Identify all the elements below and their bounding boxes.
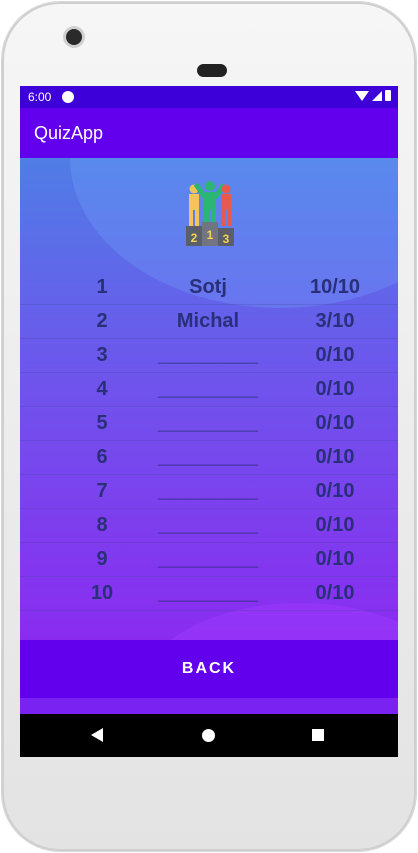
speaker-icon	[197, 64, 227, 77]
podium-place-label: 1	[207, 228, 214, 242]
wifi-icon	[355, 90, 369, 101]
leaderboard-row: 10 _________ 0/10	[20, 576, 398, 611]
score-cell: 10/10	[309, 276, 361, 298]
score-cell: 3/10	[315, 310, 355, 332]
front-camera-icon	[66, 29, 82, 45]
leaderboard-row: 6 _________ 0/10	[20, 440, 398, 475]
leaderboard-row: 2 Michal 3/10	[20, 304, 398, 339]
player-name-cell: _________	[157, 344, 259, 366]
podium-place-label: 3	[223, 232, 230, 246]
rank-cell: 7	[96, 480, 108, 502]
rank-cell: 8	[96, 514, 108, 536]
rank-cell: 4	[96, 378, 108, 400]
leaderboard-row: 8 _________ 0/10	[20, 508, 398, 543]
status-bar: 6:00	[20, 86, 398, 108]
rank-cell: 10	[90, 582, 114, 604]
score-cell: 0/10	[315, 514, 355, 536]
player-name-cell: _________	[157, 514, 259, 536]
player-name-cell: _________	[157, 548, 259, 570]
score-cell: 0/10	[315, 480, 355, 502]
leaderboard-row: 3 _________ 0/10	[20, 338, 398, 373]
leaderboard-row: 7 _________ 0/10	[20, 474, 398, 509]
score-cell: 0/10	[315, 582, 355, 604]
score-cell: 0/10	[315, 412, 355, 434]
signal-icon	[372, 90, 382, 101]
status-icons	[355, 90, 391, 101]
status-time: 6:00	[28, 90, 52, 104]
google-icon	[62, 91, 74, 103]
app-title: QuizApp	[34, 123, 104, 143]
player-name-cell: _________	[157, 378, 259, 400]
score-cell: 0/10	[315, 344, 355, 366]
nav-home-icon[interactable]	[202, 729, 215, 742]
player-name-cell: _________	[157, 446, 259, 468]
leaderboard-row: 5 _________ 0/10	[20, 406, 398, 441]
player-name-cell: Sotj	[189, 276, 227, 298]
score-cell: 0/10	[315, 548, 355, 570]
navigation-bar	[20, 714, 398, 757]
battery-icon	[385, 90, 391, 101]
bottom-strip	[20, 698, 398, 714]
player-name-cell: _________	[157, 480, 259, 502]
rank-cell: 6	[96, 446, 108, 468]
player-name-cell: _________	[157, 412, 259, 434]
leaderboard-row: 4 _________ 0/10	[20, 372, 398, 407]
leaderboard-row: 9 _________ 0/10	[20, 542, 398, 577]
player-name-cell: _________	[157, 582, 259, 604]
leaderboard-row: 1 Sotj 10/10	[20, 270, 398, 305]
app-bar: QuizApp	[20, 108, 398, 158]
podium-icon: 2 1 3	[186, 181, 234, 246]
nav-recents-icon[interactable]	[312, 729, 324, 741]
nav-back-icon[interactable]	[91, 728, 103, 742]
podium-place-label: 2	[191, 231, 198, 245]
score-cell: 0/10	[315, 446, 355, 468]
back-button[interactable]: BACK	[20, 640, 398, 698]
rank-cell: 5	[96, 412, 108, 434]
rank-cell: 9	[96, 548, 108, 570]
rank-cell: 1	[96, 276, 108, 298]
player-name-cell: Michal	[176, 310, 240, 332]
score-cell: 0/10	[315, 378, 355, 400]
rank-cell: 3	[96, 344, 108, 366]
rank-cell: 2	[96, 310, 108, 332]
leaderboard-content: 2 1 3 1 Sotj 10/10 2 Michal 3/10 3 _____…	[20, 158, 398, 640]
device-screen: 6:00 QuizApp 2 1 3 1 Sotj 10/10 2 Michal…	[20, 86, 398, 757]
